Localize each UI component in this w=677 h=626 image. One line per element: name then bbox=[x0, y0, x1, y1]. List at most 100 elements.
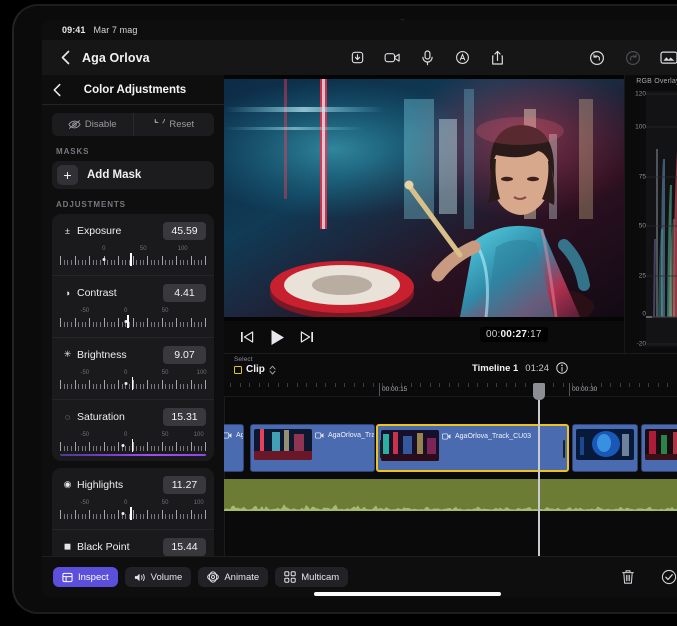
slider-thumb[interactable] bbox=[132, 377, 134, 390]
delete-button[interactable] bbox=[621, 569, 635, 585]
ruler-tick bbox=[487, 383, 488, 387]
playhead-handle[interactable] bbox=[533, 383, 545, 400]
project-settings-icon[interactable] bbox=[659, 48, 677, 68]
rgb-overlay-scope[interactable]: RGB Overlay 1201007550250-20 bbox=[624, 75, 677, 353]
slider-tick-label: 50 bbox=[162, 500, 169, 506]
slider-thumb[interactable] bbox=[132, 439, 134, 452]
toolbar-animate-button[interactable]: Animate bbox=[198, 567, 268, 587]
clip-trim-handle-left[interactable] bbox=[380, 440, 382, 458]
timeline-duration: 01:24 bbox=[525, 363, 549, 374]
toolbar-inspect-button[interactable]: Inspect bbox=[53, 567, 118, 587]
slider-tick-label: -50 bbox=[80, 370, 89, 376]
slider-thumb[interactable] bbox=[130, 507, 132, 520]
slider-track[interactable]: -50050100 bbox=[60, 500, 206, 521]
slider-brightness[interactable]: ✳Brightness9.07-50050100 bbox=[52, 337, 214, 399]
nav-back-button[interactable] bbox=[48, 43, 82, 73]
undo-icon[interactable] bbox=[587, 48, 607, 68]
ruler-tick bbox=[344, 383, 345, 387]
masks-section-label: MASKS bbox=[56, 147, 224, 156]
toolbar-volume-button[interactable]: Volume bbox=[125, 567, 192, 587]
add-mask-button[interactable]: + Add Mask bbox=[52, 161, 214, 189]
slider-value[interactable]: 11.27 bbox=[163, 476, 206, 494]
timeline-clip[interactable] bbox=[641, 424, 677, 472]
slider-track[interactable]: -50050100 bbox=[60, 432, 206, 453]
ruler-tick bbox=[506, 383, 507, 387]
ruler-tick bbox=[610, 383, 611, 387]
timeline-clip[interactable]: AgaOrlova_Track_Wid... bbox=[250, 424, 375, 472]
record-video-icon[interactable] bbox=[382, 48, 402, 68]
import-media-icon[interactable] bbox=[347, 48, 367, 68]
slider-black-point[interactable]: ◼Black Point15.44-50050100 bbox=[52, 529, 214, 556]
adjustments-section-label: ADJUSTMENTS bbox=[56, 200, 224, 209]
toolbar-buttons: Inspect Volume Animate Multicam bbox=[53, 567, 348, 587]
slider-track[interactable]: -50050100 bbox=[60, 370, 206, 391]
ruler-tick bbox=[297, 383, 298, 387]
slider-thumb[interactable] bbox=[130, 253, 132, 266]
clip-thumbnail bbox=[381, 430, 439, 461]
toolbar-button-label: Multicam bbox=[301, 572, 339, 583]
disable-button[interactable]: Disable bbox=[52, 113, 133, 136]
clip-name-row: AgaOrlova_Track_Wid... bbox=[315, 432, 375, 439]
timecode-display[interactable]: 00:00:27:17 bbox=[480, 327, 548, 342]
add-title-icon[interactable] bbox=[452, 48, 472, 68]
info-icon[interactable] bbox=[556, 362, 568, 374]
inspect-icon bbox=[62, 572, 73, 583]
video-frame bbox=[224, 79, 624, 317]
redo-icon[interactable] bbox=[623, 48, 643, 68]
inspector-back-button[interactable] bbox=[42, 76, 72, 104]
timeline-clip[interactable]: A... bbox=[572, 424, 638, 472]
slider-thumb[interactable] bbox=[127, 315, 129, 328]
slider-track[interactable]: 050100 bbox=[60, 246, 206, 267]
slider-saturation[interactable]: ◌Saturation15.31-50050100 bbox=[52, 399, 214, 461]
toolbar-multicam-button[interactable]: Multicam bbox=[275, 567, 348, 587]
project-title: Aga Orlova bbox=[82, 51, 150, 65]
ruler-tick bbox=[601, 383, 602, 387]
ruler-tick bbox=[316, 383, 317, 387]
timeline-panel[interactable]: 00:00:1500:00:30 Ag... AgaOrlova_Track_Wi… bbox=[224, 383, 677, 556]
audio-track[interactable] bbox=[224, 479, 677, 511]
slider-value[interactable]: 15.44 bbox=[163, 538, 206, 556]
app-nav-bar: Aga Orlova bbox=[42, 40, 677, 75]
ruler-tick bbox=[648, 383, 649, 387]
timeline-clip[interactable]: AgaOrlova_Track_CU03 bbox=[376, 424, 569, 472]
adjustments-card-primary: ±Exposure45.59050100◑Contrast4.41-50050✳… bbox=[42, 214, 224, 461]
ruler-tick bbox=[667, 383, 668, 387]
video-track[interactable]: Ag... AgaOrlova_Track_Wid...AgaOrlova_Tra… bbox=[224, 424, 677, 472]
ruler-tick bbox=[259, 383, 260, 387]
slider-track[interactable]: -50050 bbox=[60, 308, 206, 329]
ruler-tick bbox=[620, 383, 621, 387]
home-indicator bbox=[314, 592, 501, 596]
black-point-icon: ◼ bbox=[60, 541, 75, 552]
record-audio-icon[interactable] bbox=[417, 48, 437, 68]
skip-to-end-icon bbox=[300, 331, 314, 343]
share-export-icon[interactable] bbox=[487, 48, 507, 68]
skip-to-start-button[interactable] bbox=[240, 331, 254, 343]
slider-contrast[interactable]: ◑Contrast4.41-50050 bbox=[52, 275, 214, 337]
select-value-row[interactable]: Clip bbox=[234, 364, 276, 375]
slider-highlights[interactable]: ◉Highlights11.27-50050100 bbox=[52, 468, 214, 529]
slider-value[interactable]: 4.41 bbox=[163, 284, 206, 302]
app-screen: 09:41 Mar 7 mag Aga Orlova bbox=[42, 20, 677, 597]
play-button[interactable] bbox=[270, 329, 285, 346]
status-date: Mar 7 mag bbox=[94, 25, 138, 35]
slider-exposure[interactable]: ±Exposure45.59050100 bbox=[52, 214, 214, 275]
slider-value[interactable]: 45.59 bbox=[163, 222, 206, 240]
ruler-tick bbox=[468, 383, 469, 387]
selection-control[interactable]: Select Clip bbox=[234, 356, 276, 375]
ruler-tick bbox=[240, 383, 241, 387]
slider-value[interactable]: 9.07 bbox=[163, 346, 206, 364]
slider-color-bar bbox=[60, 454, 206, 456]
timeline-clip[interactable]: Ag... bbox=[224, 424, 244, 472]
timeline-ruler[interactable]: 00:00:1500:00:30 bbox=[224, 383, 677, 397]
clip-trim-handle-right[interactable] bbox=[563, 440, 565, 458]
confirm-button[interactable] bbox=[661, 569, 677, 585]
video-preview[interactable] bbox=[224, 75, 624, 321]
transport-controls: 00:00:27:17 bbox=[224, 321, 624, 353]
ruler-tick bbox=[306, 383, 307, 387]
device-bezel: 09:41 Mar 7 mag Aga Orlova bbox=[12, 4, 677, 614]
skip-to-end-button[interactable] bbox=[300, 331, 314, 343]
slider-tick-label: 0 bbox=[124, 308, 127, 314]
slider-value[interactable]: 15.31 bbox=[163, 408, 206, 426]
reset-button[interactable]: Reset bbox=[133, 113, 215, 136]
playhead[interactable] bbox=[538, 383, 540, 556]
